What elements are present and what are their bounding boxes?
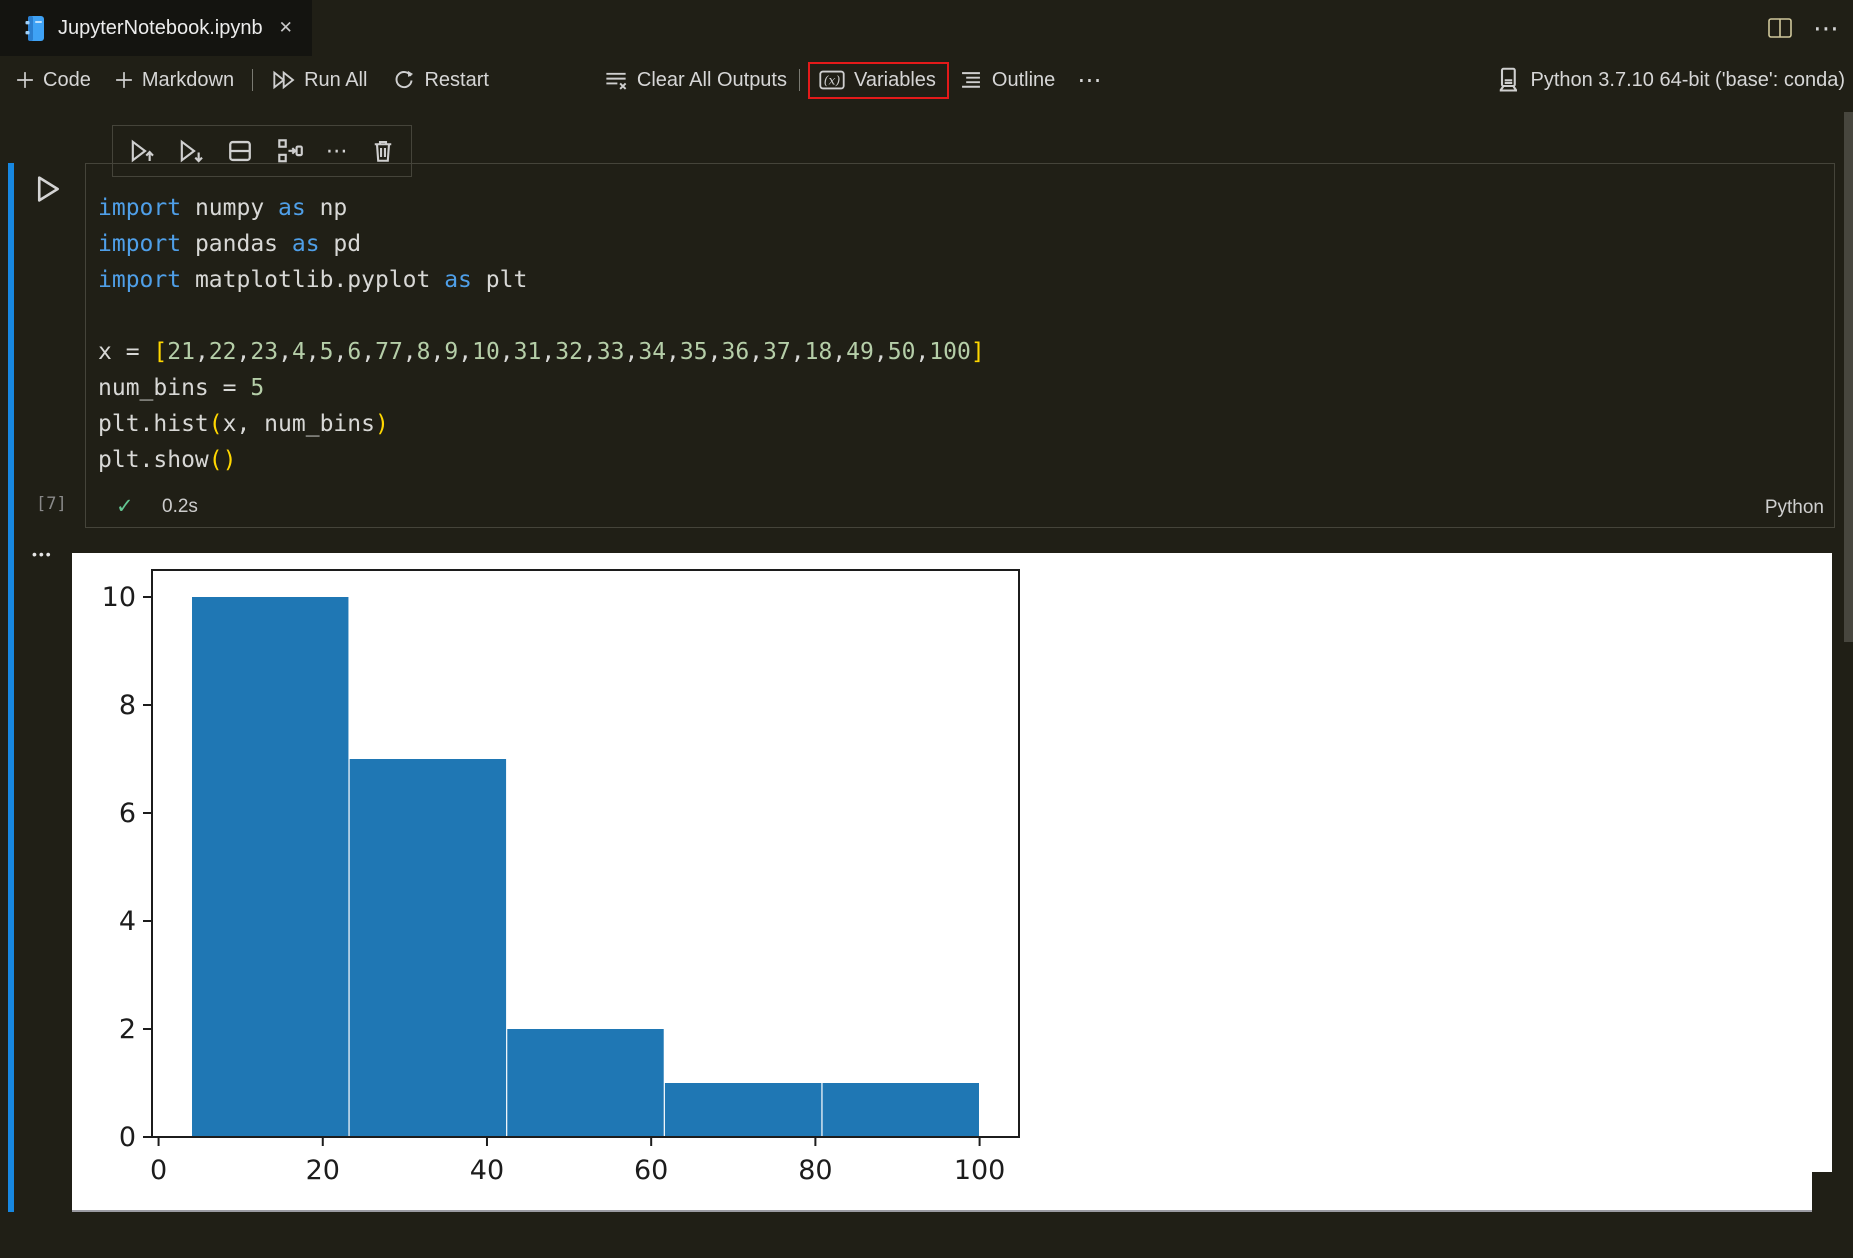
cell-more-actions-icon[interactable]: ⋯ bbox=[326, 147, 348, 156]
svg-text:60: 60 bbox=[634, 1155, 668, 1186]
outline-button[interactable]: Outline bbox=[959, 69, 1055, 92]
svg-text:80: 80 bbox=[798, 1155, 832, 1186]
toolbar-separator bbox=[799, 69, 800, 91]
execute-below-button[interactable] bbox=[178, 138, 204, 164]
svg-text:10: 10 bbox=[102, 582, 136, 613]
restart-kernel-button[interactable]: Restart bbox=[393, 69, 488, 92]
tab-close-icon[interactable]: ✕ bbox=[279, 18, 293, 38]
code-editor[interactable]: import numpy as npimport pandas as pdimp… bbox=[98, 190, 985, 478]
kernel-picker[interactable]: Python 3.7.10 64-bit ('base': conda) bbox=[1496, 56, 1845, 104]
svg-text:(x): (x) bbox=[824, 74, 841, 88]
tab-jupyternotebook[interactable]: JupyterNotebook.ipynb ✕ bbox=[0, 0, 312, 56]
clear-all-outputs-label: Clear All Outputs bbox=[637, 69, 787, 92]
plus-icon bbox=[16, 71, 34, 89]
vertical-scrollbar-thumb[interactable] bbox=[1844, 112, 1853, 642]
svg-text:20: 20 bbox=[306, 1155, 340, 1186]
outline-icon bbox=[959, 69, 983, 91]
tab-title: JupyterNotebook.ipynb bbox=[58, 17, 263, 40]
success-check-icon: ✓ bbox=[116, 494, 134, 519]
split-editor-icon[interactable] bbox=[1767, 16, 1793, 40]
more-actions-icon[interactable]: ⋯ bbox=[1813, 15, 1839, 41]
restart-label: Restart bbox=[424, 69, 488, 92]
svg-text:2: 2 bbox=[119, 1014, 136, 1045]
tab-bar: JupyterNotebook.ipynb ✕ ⋯ bbox=[0, 0, 1853, 56]
output-corner-notch bbox=[1812, 1172, 1832, 1212]
output-collapse-icon[interactable]: ••• bbox=[32, 546, 53, 562]
cell-language-picker[interactable]: Python bbox=[1765, 497, 1824, 519]
editor-actions: ⋯ bbox=[1767, 0, 1839, 56]
svg-text:8: 8 bbox=[119, 690, 136, 721]
vscode-notebook-window: JupyterNotebook.ipynb ✕ ⋯ Code Markdown bbox=[0, 0, 1853, 1258]
run-all-button[interactable]: Run All bbox=[271, 69, 367, 92]
clear-all-outputs-icon bbox=[604, 69, 628, 91]
variables-highlight-box: (x) Variables bbox=[808, 62, 949, 99]
outline-label: Outline bbox=[992, 69, 1055, 92]
variables-icon: (x) bbox=[819, 70, 845, 90]
code-cell: import numpy as npimport pandas as pdimp… bbox=[85, 163, 1835, 528]
clear-all-outputs-button[interactable]: Clear All Outputs bbox=[604, 69, 787, 92]
join-cells-button[interactable] bbox=[277, 138, 303, 164]
kernel-label: Python 3.7.10 64-bit ('base': conda) bbox=[1530, 69, 1845, 92]
toolbar-more-icon[interactable]: ⋯ bbox=[1077, 66, 1102, 95]
variables-label: Variables bbox=[854, 69, 936, 92]
cell-output-panel: 0 20 40 60 80 100 0 2 4 6 8 10 bbox=[72, 553, 1832, 1212]
run-cell-button[interactable] bbox=[34, 174, 62, 204]
kernel-icon bbox=[1496, 67, 1520, 93]
add-markdown-label: Markdown bbox=[142, 69, 234, 92]
svg-text:6: 6 bbox=[119, 798, 136, 829]
svg-text:100: 100 bbox=[954, 1155, 1006, 1186]
add-code-cell-button[interactable]: Code bbox=[16, 69, 91, 92]
split-cell-button[interactable] bbox=[227, 138, 253, 164]
svg-text:4: 4 bbox=[119, 906, 136, 937]
execution-count: [7] bbox=[36, 494, 67, 514]
toolbar-separator bbox=[252, 69, 253, 91]
plus-icon bbox=[115, 71, 133, 89]
run-all-icon bbox=[271, 69, 295, 91]
svg-text:0: 0 bbox=[150, 1155, 167, 1186]
execution-duration: 0.2s bbox=[162, 496, 198, 518]
delete-cell-button[interactable] bbox=[371, 138, 395, 164]
execute-above-button[interactable] bbox=[129, 138, 155, 164]
histogram-plot: 0 20 40 60 80 100 0 2 4 6 8 10 bbox=[72, 553, 1132, 1208]
add-code-label: Code bbox=[43, 69, 91, 92]
run-all-label: Run All bbox=[304, 69, 367, 92]
notebook-file-icon bbox=[24, 15, 46, 42]
restart-icon bbox=[393, 69, 415, 91]
add-markdown-cell-button[interactable]: Markdown bbox=[115, 69, 234, 92]
svg-text:0: 0 bbox=[119, 1122, 136, 1153]
cell-focus-indicator bbox=[8, 163, 14, 1212]
svg-text:40: 40 bbox=[470, 1155, 504, 1186]
variables-button[interactable]: (x) Variables bbox=[819, 69, 936, 92]
